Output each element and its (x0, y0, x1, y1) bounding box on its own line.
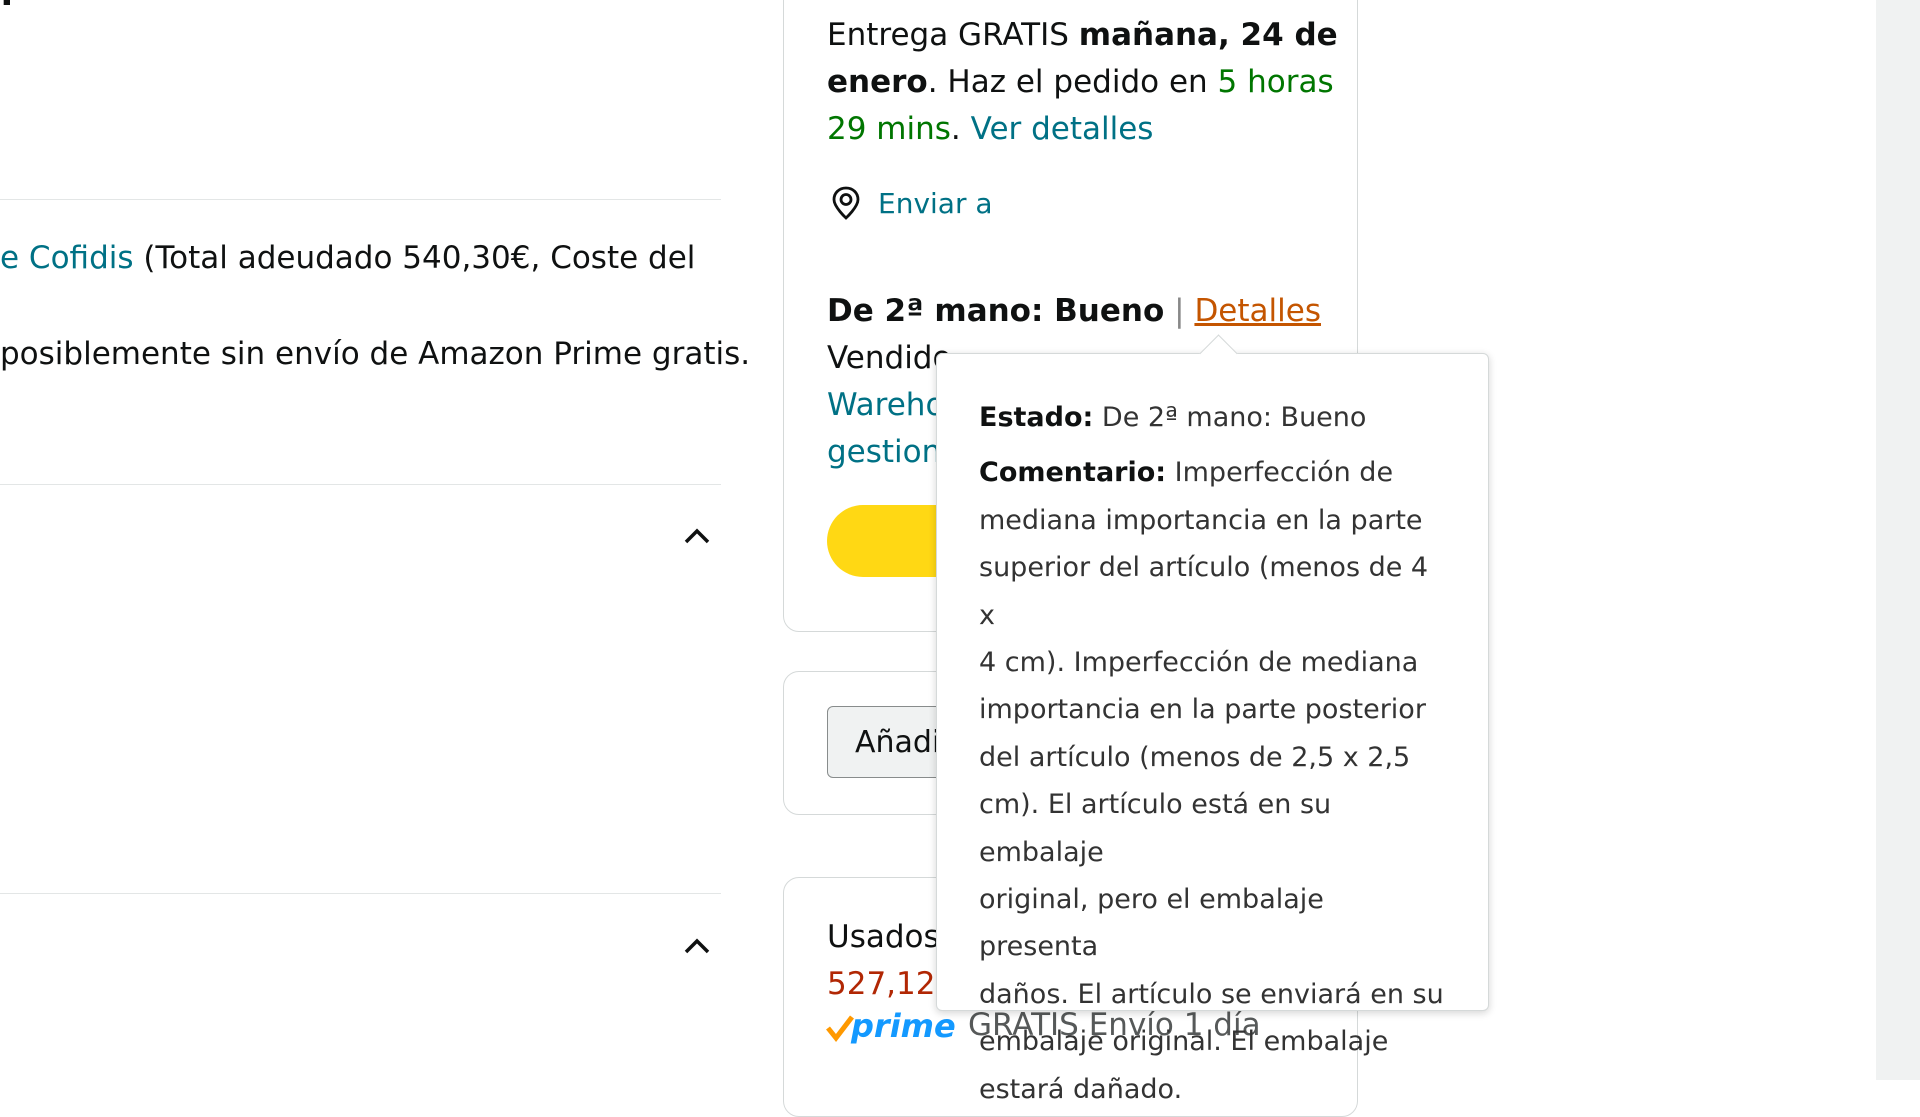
countdown-mins: 29 mins (827, 111, 951, 147)
comment-label: Comentario: (979, 457, 1167, 489)
warehouse-link[interactable]: Wareho (827, 382, 944, 429)
popover-comment: Comentario: Imperfección de mediana impo… (979, 449, 1446, 1113)
comment-line: importancia en la parte posterior (979, 694, 1426, 726)
delivery-date: mañana, 24 de (1078, 17, 1338, 53)
ship-to-link[interactable]: Enviar a (829, 185, 993, 221)
delivery-prefix: Entrega GRATIS (827, 17, 1079, 53)
prime-badge: prime (825, 1003, 956, 1043)
used-label: Usados (827, 919, 940, 955)
financing-cost-text: (Total adeudado 540,30€, Coste del (143, 240, 696, 276)
prime-note: posiblemente sin envío de Amazon Prime g… (0, 336, 751, 372)
comment-line: mediana importancia en la parte (979, 504, 1423, 536)
financing-text: e Cofidis (Total adeudado 540,30€, Coste… (0, 240, 695, 276)
separator: | (1174, 293, 1185, 329)
ship-to-label: Enviar a (878, 186, 993, 220)
delivery-details-link[interactable]: Ver detalles (971, 111, 1154, 147)
comment-line: superior del artículo (menos de 4 x (979, 552, 1429, 631)
comment-line: daños. El artículo se enviará en su (979, 978, 1444, 1010)
state-label: Estado: (979, 402, 1094, 433)
delivery-date-month: enero (827, 64, 928, 100)
used-price[interactable]: 527,12 (827, 961, 935, 1008)
comment-line: estará dañado. (979, 1073, 1183, 1105)
condition-label: De 2ª mano: Bueno (827, 293, 1165, 329)
countdown-hours: 5 horas (1217, 64, 1334, 100)
condition-details-popover: Estado: De 2ª mano: Bueno Comentario: Im… (936, 334, 1489, 1105)
location-pin-icon (832, 186, 860, 220)
delivery-line-3: 29 mins. Ver detalles (827, 106, 1153, 153)
chevron-up-icon (684, 528, 710, 544)
order-within-text: . Haz el pedido en (927, 64, 1218, 100)
comment-line: cm). El artículo está en su embalaje (979, 789, 1332, 868)
comment-line: embalaje original. El embalaje (979, 1026, 1389, 1058)
comment-line: Imperfección de (1174, 457, 1394, 489)
divider (0, 484, 721, 485)
comment-line: 4 cm). Imperfección de mediana (979, 647, 1419, 679)
condition-details-link[interactable]: Detalles (1194, 293, 1321, 329)
chevron-up-icon (684, 938, 710, 954)
comment-line: del artículo (menos de 2,5 x 2,5 (979, 741, 1411, 773)
divider (0, 199, 721, 200)
dot: . (950, 111, 961, 147)
collapse-section-button[interactable] (680, 929, 714, 963)
page-scrollbar[interactable] (1876, 0, 1920, 1080)
popover-state: Estado: De 2ª mano: Bueno (979, 394, 1446, 441)
top-left-fragment: · (0, 0, 14, 23)
divider (0, 893, 721, 894)
sold-by-line: Vendido (827, 340, 952, 376)
comment-line: original, pero el embalaje presenta (979, 884, 1324, 963)
delivery-line-2: enero. Haz el pedido en 5 horas (827, 59, 1334, 106)
cofidis-link[interactable]: e Cofidis (0, 240, 134, 276)
collapse-section-button[interactable] (680, 519, 714, 553)
condition-line: De 2ª mano: Bueno | Detalles (827, 288, 1321, 335)
prime-logo-text: prime (851, 1007, 956, 1045)
state-value: De 2ª mano: Bueno (1101, 402, 1367, 433)
delivery-line-1: Entrega GRATIS mañana, 24 de (827, 12, 1338, 59)
managed-by-link[interactable]: gestion (827, 429, 941, 476)
